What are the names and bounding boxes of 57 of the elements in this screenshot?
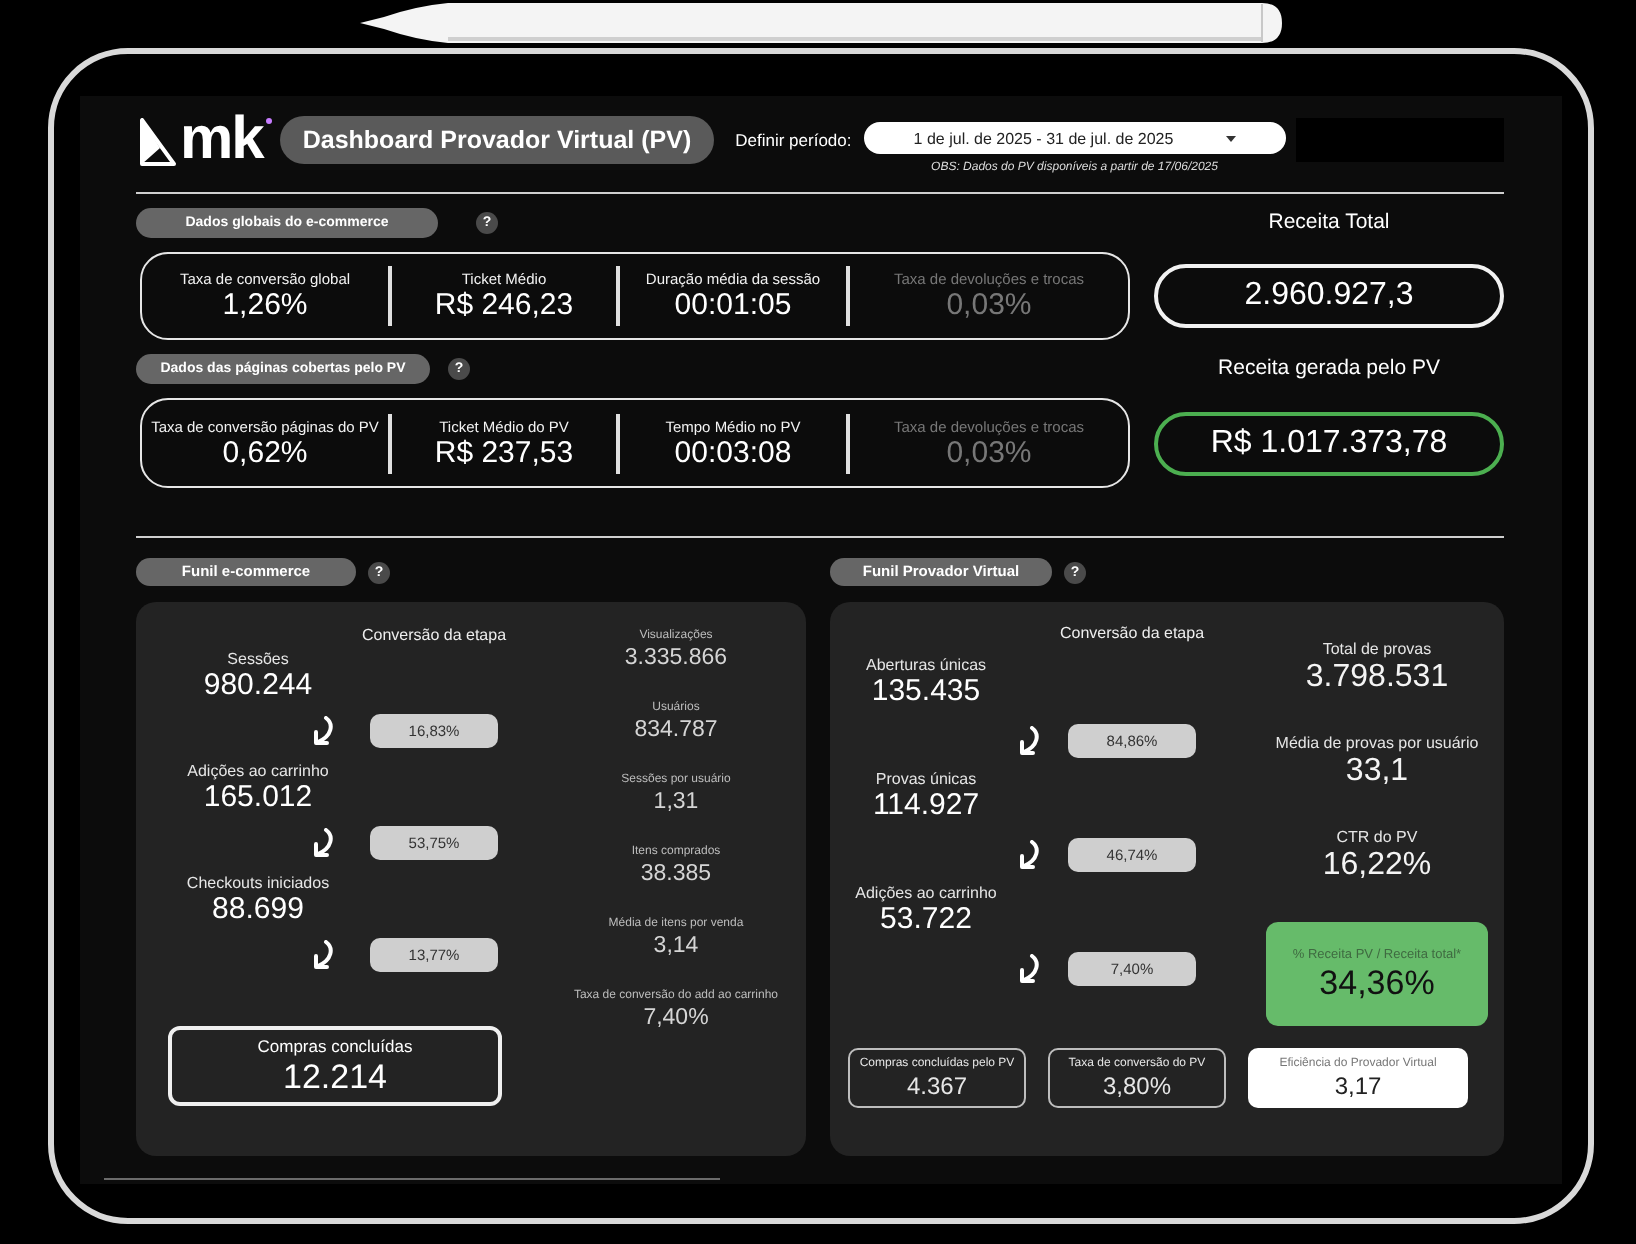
metric-value: 33,1 [1345, 754, 1409, 790]
step-label: Aberturas únicas [865, 656, 987, 674]
curved-arrow-icon [312, 940, 334, 970]
card-value: 12.214 [283, 1058, 387, 1096]
metric-value: 0,03% [946, 288, 1032, 322]
dashboard-title: Dashboard Provador Virtual (PV) [280, 116, 714, 164]
metric-value: 0,62% [222, 435, 308, 469]
caret-icon [1225, 135, 1236, 141]
step-value: 135.435 [871, 674, 981, 708]
metric-label: Média de provas por usuário [1275, 734, 1479, 754]
metric-value: 00:03:08 [674, 435, 792, 469]
metric-value: 3.798.531 [1305, 660, 1449, 696]
period-label: Definir período: [735, 128, 852, 154]
logo-text: mk [180, 114, 265, 166]
logo-icon [140, 118, 176, 166]
revenue-card: R$ 1.017.373,78 [1154, 411, 1504, 475]
step-value: 165.012 [203, 780, 313, 814]
card-value: 4.367 [906, 1072, 968, 1100]
step-value: 88.699 [212, 892, 304, 926]
metric-value: 3.335.866 [624, 644, 728, 672]
revenue-label: Receita Total [1266, 208, 1392, 238]
metric-value: 38.385 [640, 860, 712, 888]
step-label: Sessões [227, 650, 289, 668]
step-value: 53.722 [880, 902, 972, 936]
metric-label: CTR do PV [1336, 828, 1418, 848]
card-value: 3,80% [1102, 1072, 1172, 1100]
metric-value: 16,22% [1322, 848, 1432, 884]
period-dropdown[interactable]: 1 de jul. de 2025 - 31 de jul. de 2025 [863, 122, 1286, 154]
step-label: Adições ao carrinho [855, 884, 997, 902]
column-heading: Conversão da etapa [359, 626, 509, 646]
card-label: Compras concluídas [257, 1036, 413, 1058]
step-value: 114.927 [872, 788, 980, 822]
step-value: 980.244 [203, 668, 313, 702]
revenue-card: 2.960.927,3 [1154, 264, 1504, 328]
metric-label: Total de provas [1322, 640, 1432, 660]
curved-arrow-icon [312, 716, 334, 746]
metric-value: 0,03% [946, 435, 1032, 469]
curved-arrow-icon [1018, 840, 1040, 870]
metric-value: 834.787 [634, 716, 718, 744]
revenue-label: Receita gerada pelo PV [1216, 354, 1442, 384]
curved-arrow-icon [1018, 726, 1040, 756]
metric-value: R$ 246,23 [434, 288, 574, 322]
step-label: Checkouts iniciados [186, 874, 330, 892]
step-label: Provas únicas [875, 770, 977, 788]
metric-value: 7,40% [643, 1004, 709, 1032]
dot-icon [266, 118, 273, 124]
card-value: 34,36% [1319, 963, 1435, 1003]
curved-arrow-icon [1018, 954, 1040, 984]
metric-value: 00:01:05 [674, 288, 792, 322]
curved-arrow-icon [312, 828, 334, 858]
metric-value: 1,31 [653, 788, 699, 816]
column-heading: Conversão da etapa [1057, 624, 1207, 644]
metric-value: R$ 237,53 [434, 435, 574, 469]
card-value: 3,17 [1334, 1072, 1382, 1100]
metric-value: 1,26% [222, 288, 308, 322]
step-label: Adições ao carrinho [187, 762, 329, 780]
metric-value: 3,14 [653, 932, 699, 960]
